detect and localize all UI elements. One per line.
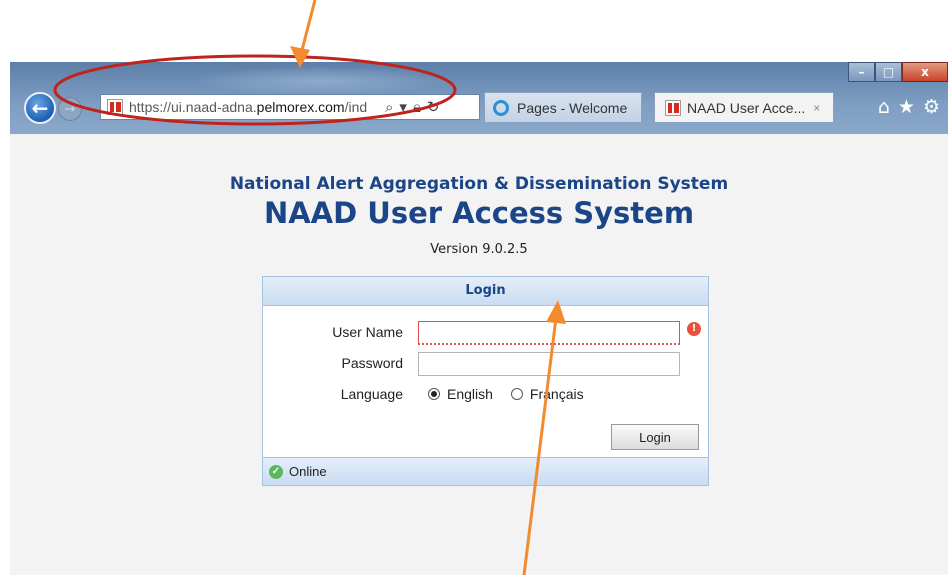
language-label: Language [340, 386, 403, 402]
page-body: National Alert Aggregation & Disseminati… [10, 72, 948, 513]
annotation-arrow-top [290, 0, 317, 68]
language-radio-francais[interactable] [510, 388, 523, 400]
page-title: NAAD User Access System [263, 196, 695, 230]
error-icon: ! [687, 322, 701, 336]
login-button[interactable]: Login [611, 424, 699, 450]
login-panel: Login User Name ! Password Language Engl… [262, 276, 709, 486]
version-label: Version 9.0.2.5 [430, 242, 528, 257]
password-field[interactable] [418, 352, 680, 376]
status-text: Online [289, 464, 327, 479]
language-radio-group: English Français [428, 386, 602, 402]
check-circle-icon: ✓ [269, 464, 283, 479]
status-bar: ✓ Online [263, 457, 708, 485]
login-panel-header: Login [263, 277, 708, 306]
username-field[interactable] [418, 321, 680, 345]
language-option-francais[interactable]: Français [530, 386, 584, 402]
username-label: User Name [332, 324, 403, 340]
language-radio-english[interactable] [428, 388, 440, 400]
language-option-english[interactable]: English [447, 386, 493, 402]
page-subtitle: National Alert Aggregation & Disseminati… [229, 174, 729, 194]
password-label: Password [341, 355, 403, 371]
